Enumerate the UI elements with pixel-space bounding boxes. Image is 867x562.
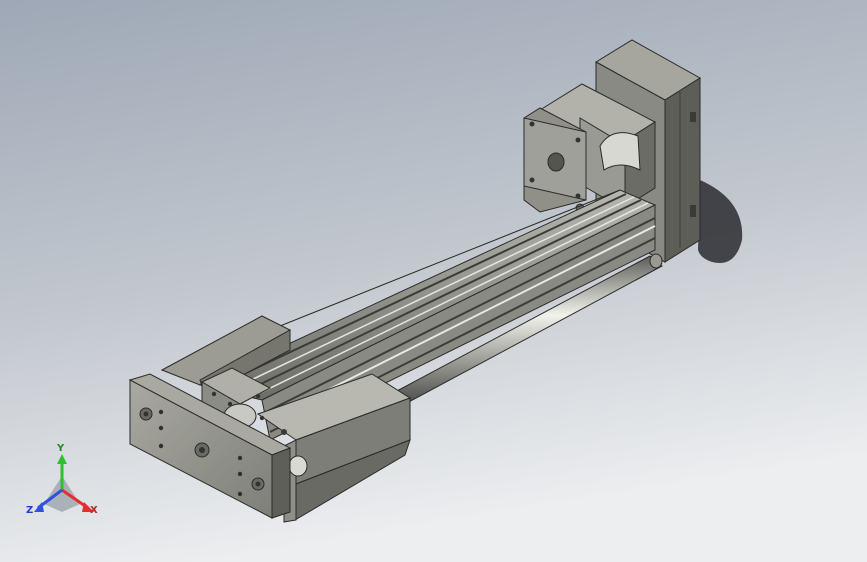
cad-viewport[interactable]: Y X Z [0, 0, 867, 562]
shadow [698, 180, 743, 264]
y-axis-label: Y [57, 443, 65, 454]
orientation-triad[interactable]: Y X Z [22, 443, 108, 524]
z-axis-label: Z [26, 505, 34, 516]
x-axis-label: X [90, 505, 98, 516]
linear-module-model[interactable] [0, 0, 867, 562]
aluminum-profile-rail[interactable] [198, 189, 657, 441]
